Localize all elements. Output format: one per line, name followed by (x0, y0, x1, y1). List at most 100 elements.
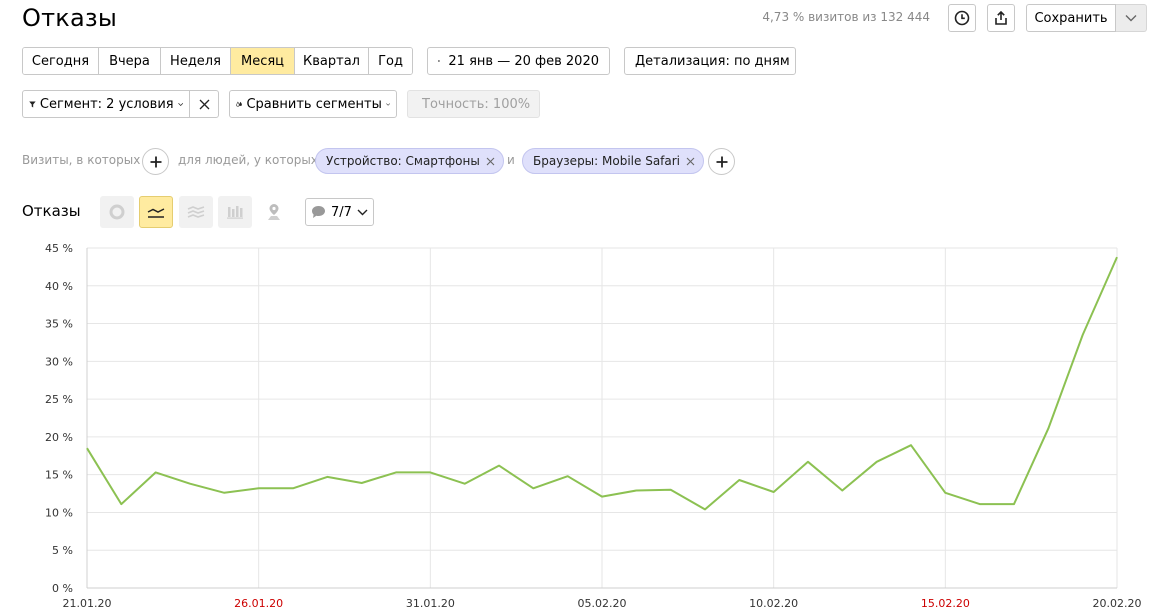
date-range-button[interactable]: 21 янв — 20 фев 2020 (427, 47, 610, 75)
data-point (360, 481, 364, 485)
x-tick-label: 21.01.20 (63, 597, 112, 610)
plus-icon (716, 156, 727, 167)
chart-title: Отказы (22, 202, 81, 220)
period-yesterday-button[interactable]: Вчера (99, 48, 161, 74)
data-point (909, 443, 913, 447)
line-chart-button[interactable] (139, 196, 173, 228)
series-line (86, 256, 1118, 511)
filter-chip-device[interactable]: Устройство: Смартфоны (315, 148, 504, 174)
filter-chip-label: Браузеры: Mobile Safari (533, 154, 681, 168)
add-people-condition-button[interactable] (708, 148, 735, 175)
remove-chip-icon[interactable] (686, 157, 695, 166)
data-point (943, 491, 947, 495)
detail-select[interactable]: Детализация: по дням (624, 47, 796, 75)
y-tick-label: 35 % (45, 318, 73, 331)
data-point (154, 470, 158, 474)
filter-chip-label: Устройство: Смартфоны (326, 154, 480, 168)
data-point (188, 482, 192, 486)
calendar-icon (438, 60, 441, 62)
x-tick-label: 31.01.20 (406, 597, 455, 610)
data-point (1046, 427, 1050, 431)
export-button[interactable] (987, 4, 1015, 32)
visits-condition-label: Визиты, в которых (22, 153, 141, 167)
pie-chart-button[interactable] (100, 196, 134, 228)
segment-select[interactable]: Сегмент: 2 условия (22, 90, 190, 118)
drops-icon (236, 101, 242, 107)
visits-summary: 4,73 % визитов из 132 444 (762, 10, 930, 24)
chevron-down-icon (177, 102, 183, 106)
period-today-button[interactable]: Сегодня (23, 48, 99, 74)
compare-segments-button[interactable]: Сравнить сегменты (229, 90, 397, 118)
period-week-button[interactable]: Неделя (161, 48, 231, 74)
data-point (875, 460, 879, 464)
data-point (428, 470, 432, 474)
y-tick-label: 15 % (45, 469, 73, 482)
data-point (566, 474, 570, 478)
comment-icon (312, 206, 326, 218)
history-button[interactable] (948, 4, 976, 32)
page-title: Отказы (22, 4, 117, 32)
detail-label: Детализация: по дням (635, 53, 790, 69)
data-point (1012, 502, 1016, 506)
data-point (291, 486, 295, 490)
data-point (257, 486, 261, 490)
annotations-count: 7/7 (331, 204, 352, 220)
y-tick-label: 30 % (45, 355, 73, 368)
segment-label: Сегмент: 2 условия (39, 96, 174, 112)
y-tick-label: 45 % (45, 242, 73, 255)
share-icon (995, 10, 1007, 25)
filter-chip-browser[interactable]: Браузеры: Mobile Safari (522, 148, 705, 174)
accuracy-label: Точность: 100% (422, 96, 531, 112)
data-point (737, 478, 741, 482)
save-menu-button[interactable] (1116, 4, 1147, 32)
data-point (222, 491, 226, 495)
period-switcher: Сегодня Вчера Неделя Месяц Квартал Год (22, 47, 413, 75)
compare-segments-label: Сравнить сегменты (246, 96, 382, 112)
data-point (531, 486, 535, 490)
map-icon (268, 204, 280, 220)
y-tick-label: 25 % (45, 393, 73, 406)
x-tick-label: 20.02.20 (1093, 597, 1142, 610)
data-point (1081, 333, 1085, 337)
area-chart-button[interactable] (179, 196, 213, 228)
clear-segment-button[interactable] (189, 90, 219, 118)
clock-icon (954, 10, 970, 26)
pie-chart-icon (109, 204, 125, 220)
save-button[interactable]: Сохранить (1026, 4, 1116, 32)
period-month-button[interactable]: Месяц (231, 48, 295, 74)
period-quarter-button[interactable]: Квартал (295, 48, 369, 74)
data-point (394, 470, 398, 474)
data-point (600, 495, 604, 499)
y-tick-label: 10 % (45, 506, 73, 519)
x-tick-label: 26.01.20 (234, 597, 283, 610)
y-tick-label: 20 % (45, 431, 73, 444)
data-point (85, 446, 89, 450)
filter-icon (29, 101, 36, 107)
y-tick-label: 40 % (45, 280, 73, 293)
bar-chart-icon (227, 206, 243, 219)
bar-chart-button[interactable] (218, 196, 252, 228)
map-button[interactable] (264, 202, 284, 222)
chevron-down-icon (1125, 15, 1137, 22)
data-point (669, 488, 673, 492)
plus-icon (150, 156, 161, 167)
data-point (325, 475, 329, 479)
data-point (840, 489, 844, 493)
data-point (634, 489, 638, 493)
accuracy-select[interactable]: Точность: 100% (407, 90, 540, 118)
remove-chip-icon[interactable] (486, 157, 495, 166)
data-point (1115, 255, 1119, 259)
data-point (772, 490, 776, 494)
line-chart-icon (147, 208, 165, 218)
and-label: и (507, 153, 515, 167)
y-tick-label: 5 % (52, 544, 73, 557)
date-range-label: 21 янв — 20 фев 2020 (448, 53, 599, 69)
people-condition-label: для людей, у которых (178, 153, 318, 167)
period-year-button[interactable]: Год (369, 48, 412, 74)
x-tick-label: 15.02.20 (921, 597, 970, 610)
x-tick-label: 10.02.20 (749, 597, 798, 610)
data-point (703, 507, 707, 511)
data-point (119, 502, 123, 506)
annotations-button[interactable]: 7/7 (305, 198, 374, 226)
add-visit-condition-button[interactable] (142, 148, 169, 175)
